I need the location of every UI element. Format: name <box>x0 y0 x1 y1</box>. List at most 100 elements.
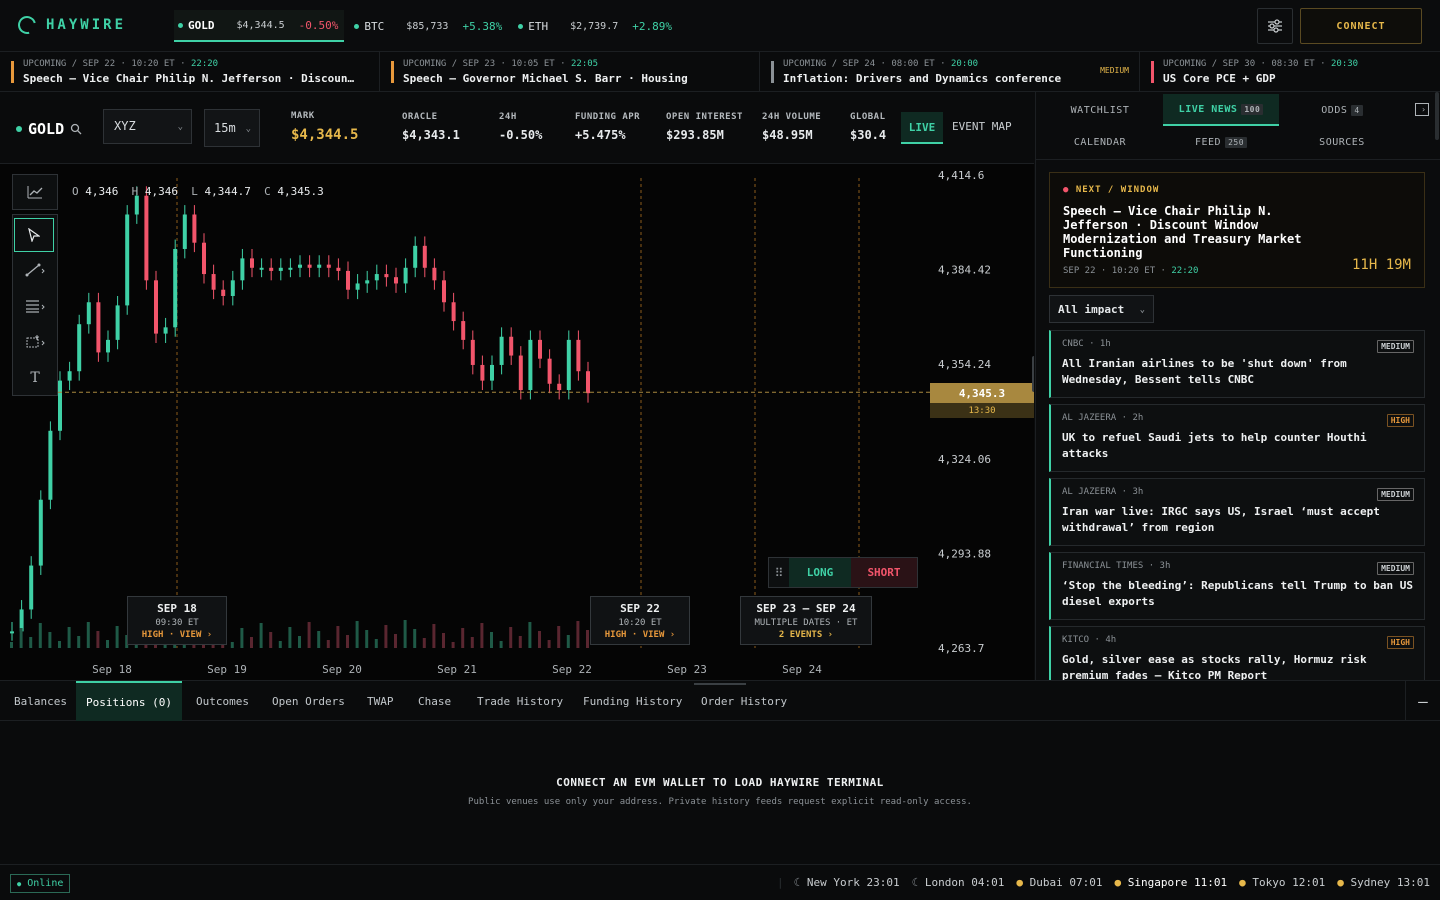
tab-live-news[interactable]: LIVE NEWS 100 <box>1163 94 1279 126</box>
panel-resize-handle[interactable] <box>1032 356 1034 392</box>
event-marker[interactable]: SEP 22 10:20 ET HIGH · VIEW › <box>590 596 690 645</box>
candle <box>269 267 274 271</box>
news-item[interactable]: AL JAZEERA · 2h HIGH UK to refuel Saudi … <box>1049 404 1425 472</box>
tab-order-history[interactable]: Order History <box>701 681 787 721</box>
tab-outcomes[interactable]: Outcomes <box>196 681 249 721</box>
scrollbar[interactable] <box>1435 92 1439 140</box>
event-card[interactable]: UPCOMING / SEP 22 · 10:20 ET · 22:20 Spe… <box>0 52 380 92</box>
event-card[interactable]: UPCOMING / SEP 23 · 10:05 ET · 22:05 Spe… <box>380 52 760 92</box>
venue-select[interactable]: XYZ ⌄ <box>103 109 192 144</box>
tab-positions[interactable]: Positions (0) <box>76 681 182 721</box>
tab-sources[interactable]: SOURCES <box>1286 126 1398 158</box>
news-panel: WATCHLIST LIVE NEWS 100 ODDS 4 › CALENDAR … <box>1035 92 1440 680</box>
volume-bar <box>365 630 369 648</box>
tab-twap[interactable]: TWAP <box>367 681 394 721</box>
cursor-tool[interactable] <box>14 218 54 252</box>
stat-funding-apr: FUNDING APR +5.475% <box>575 112 641 142</box>
collapse-panel-icon[interactable]: › <box>1415 103 1429 116</box>
candle <box>38 499 43 566</box>
news-item[interactable]: KITCO · 4h HIGH Gold, silver ease as sto… <box>1049 626 1425 680</box>
drag-handle-icon[interactable]: ⠿ <box>769 558 789 587</box>
long-button[interactable]: LONG <box>789 558 851 587</box>
search-icon[interactable] <box>70 123 82 135</box>
news-item[interactable]: CNBC · 1h MEDIUM All Iranian airlines to… <box>1049 330 1425 398</box>
tab-chase[interactable]: Chase <box>418 681 451 721</box>
next-window-card[interactable]: ● NEXT / WINDOW Speech — Vice Chair Phil… <box>1049 172 1425 288</box>
chart-type-button[interactable] <box>12 174 58 210</box>
volume-bar <box>326 640 330 648</box>
impact-bar <box>771 61 774 83</box>
candle <box>336 267 341 271</box>
candle <box>250 258 254 268</box>
event-marker[interactable]: SEP 18 09:30 ET HIGH · VIEW › <box>127 596 227 645</box>
settings-button[interactable] <box>1257 8 1293 44</box>
x-tick-label: Sep 18 <box>92 663 132 676</box>
event-map-button[interactable]: EVENT MAP <box>952 120 1012 133</box>
text-tool[interactable]: T <box>13 360 57 396</box>
volume-bar <box>538 631 541 648</box>
news-source: CNBC · 1h <box>1062 339 1111 349</box>
tab-calendar[interactable]: CALENDAR <box>1044 126 1156 158</box>
tab-odds[interactable]: ODDS 4 <box>1286 94 1398 126</box>
impact-badge: MEDIUM <box>1377 488 1414 501</box>
candle-timer: 13:30 <box>930 403 1034 418</box>
candle <box>278 267 283 271</box>
shape-icon <box>26 335 45 348</box>
event-card[interactable]: UPCOMING / SEP 30 · 08:30 ET · 20:30 US … <box>1140 52 1440 92</box>
ticker-symbol: GOLD <box>188 18 215 32</box>
event-card[interactable]: UPCOMING / SEP 24 · 08:00 ET · 20:00 Inf… <box>760 52 1140 92</box>
candle <box>221 289 226 296</box>
status-dot-icon <box>354 23 360 29</box>
interval-select[interactable]: 15m ⌄ <box>204 109 260 147</box>
connect-button[interactable]: CONNECT <box>1300 8 1422 44</box>
clock-dubai: ● Dubai 07:01 <box>1016 876 1103 889</box>
news-item[interactable]: AL JAZEERA · 3h MEDIUM Iran war live: IR… <box>1049 478 1425 546</box>
news-item[interactable]: FINANCIAL TIMES · 3h MEDIUM ‘Stop the bl… <box>1049 552 1425 620</box>
asset-selector[interactable]: GOLD <box>16 120 82 138</box>
y-tick-label: 4,263.7 <box>938 642 984 655</box>
event-marker[interactable]: SEP 23 — SEP 24 MULTIPLE DATES · ET 2 EV… <box>740 596 872 645</box>
impact-filter-select[interactable]: All impact ⌄ <box>1049 295 1154 323</box>
trendline-tool[interactable] <box>13 252 57 288</box>
account-tabs: Balances Positions (0) Outcomes Open Ord… <box>0 680 1440 721</box>
candle <box>192 214 197 243</box>
short-button[interactable]: SHORT <box>851 558 917 587</box>
tab-trade-history[interactable]: Trade History <box>477 681 563 721</box>
candle <box>48 430 53 500</box>
candle <box>413 245 418 268</box>
logo[interactable]: HAYWIRE <box>14 12 126 38</box>
candle <box>29 565 34 610</box>
tab-open-orders[interactable]: Open Orders <box>272 681 345 721</box>
candle <box>538 339 542 359</box>
chevron-down-icon: ⌄ <box>177 122 183 132</box>
minimize-icon[interactable]: — <box>1405 681 1440 721</box>
y-tick-label: 4,324.06 <box>938 453 991 466</box>
ticker-price: $2,739.7 <box>570 20 619 32</box>
ohlc-readout: O 4,346 H 4,346 L 4,344.7 C 4,345.3 <box>72 185 324 198</box>
volume-bar <box>106 640 109 648</box>
tab-balances[interactable]: Balances <box>14 681 67 721</box>
impact-badge: MEDIUM <box>1377 340 1414 353</box>
shape-tool[interactable] <box>13 324 57 360</box>
tab-funding-history[interactable]: Funding History <box>583 681 682 721</box>
price-chart[interactable]: 4,414.6 4,384.42 4,354.24 4,324.06 4,293.88 4… <box>0 164 1034 680</box>
volume-bar <box>413 629 417 648</box>
event-meta: UPCOMING / SEP 30 · 08:30 ET · 20:30 <box>1163 59 1359 69</box>
sliders-icon <box>1268 19 1282 33</box>
candle <box>422 245 427 268</box>
tab-watchlist[interactable]: WATCHLIST <box>1044 94 1156 126</box>
candle <box>202 242 206 275</box>
live-button[interactable]: LIVE <box>901 112 943 144</box>
candle <box>58 380 62 431</box>
ticker-gold[interactable]: GOLD $4,344.5 -0.50% <box>174 10 345 42</box>
tab-feed[interactable]: FEED 250 <box>1163 126 1279 158</box>
news-title: All Iranian airlines to be 'shut down' f… <box>1062 357 1347 386</box>
x-tick-label: Sep 22 <box>552 663 592 676</box>
ticker-eth[interactable]: ETH $2,739.7 +2.89% <box>514 10 676 42</box>
news-source: AL JAZEERA · 2h <box>1062 413 1144 423</box>
quick-order-widget: ⠿ LONG SHORT <box>768 557 918 588</box>
candle <box>403 267 408 284</box>
volume-bar <box>10 642 13 648</box>
fib-tool[interactable] <box>13 288 57 324</box>
ticker-btc[interactable]: BTC $85,733 +5.38% <box>350 10 514 42</box>
